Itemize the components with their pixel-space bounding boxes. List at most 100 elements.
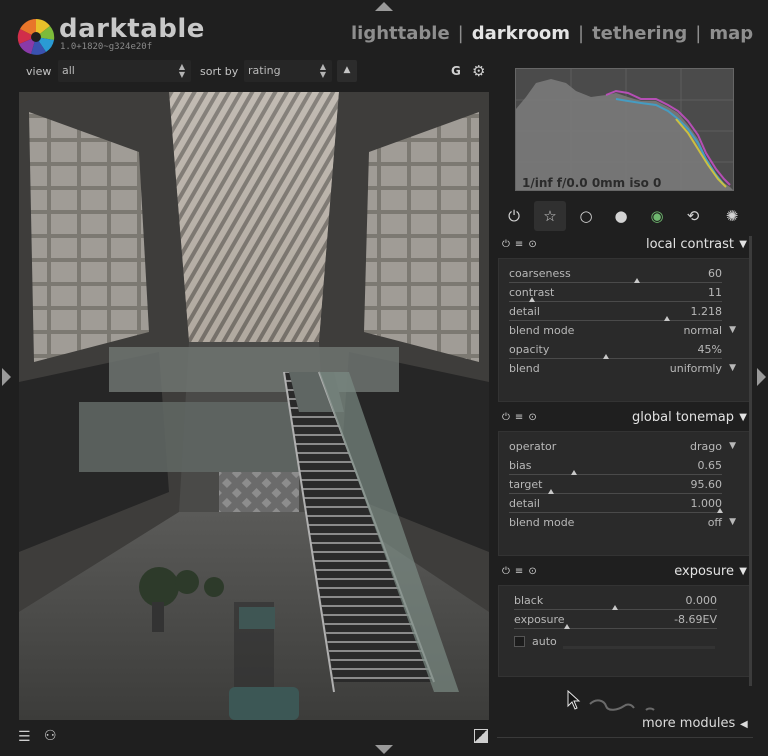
slider-handle[interactable] (634, 278, 640, 283)
slider-handle[interactable] (664, 316, 670, 321)
circle-icon[interactable]: ○ (570, 201, 602, 231)
presets-icon[interactable]: ≡ (515, 239, 528, 250)
sphere-icon[interactable]: ● (605, 201, 637, 231)
slider-black[interactable]: black 0.000 (514, 594, 717, 613)
combo-blend-mode[interactable]: blend mode normal ▼ (509, 324, 736, 343)
view-filter-combo[interactable]: all ▲ ▼ (58, 60, 191, 82)
view-lighttable[interactable]: lighttable (351, 23, 450, 44)
styles-icon[interactable]: ⚇ (44, 728, 57, 744)
slider-contrast[interactable]: contrast 11 (509, 286, 722, 305)
module-body-exposure: black 0.000 exposure -8.69EV (498, 585, 750, 677)
auto-slider-track (563, 646, 715, 649)
correct-icon[interactable]: ⟲ (677, 201, 709, 231)
bottom-panel-collapse-arrow[interactable] (375, 745, 393, 754)
module-header-exposure[interactable]: ⏻≡⊙ exposure ▼ (498, 563, 750, 583)
view-filter-label: view (26, 65, 52, 78)
slider-target[interactable]: target 95.60 (509, 478, 722, 497)
slider-handle[interactable] (603, 354, 609, 359)
param-label: target (509, 478, 543, 491)
left-panel-collapse-arrow[interactable] (2, 368, 11, 386)
param-value: 0.000 (685, 594, 718, 607)
view-tethering[interactable]: tethering (592, 23, 687, 44)
reset-icon[interactable]: ⊙ (528, 566, 541, 577)
slider-bias[interactable]: bias 0.65 (509, 459, 722, 478)
reset-icon[interactable]: ⊙ (528, 412, 541, 423)
module-header-local-contrast[interactable]: ⏻≡⊙ local contrast ▼ (498, 236, 750, 256)
slider-detail[interactable]: detail 1.000 (509, 497, 723, 516)
presets-icon[interactable]: ≡ (515, 566, 528, 577)
updown-arrows-icon: ▲ ▼ (178, 62, 185, 79)
view-map[interactable]: map (709, 23, 753, 44)
slider-handle[interactable] (571, 470, 577, 475)
param-value: drago (690, 440, 722, 453)
param-label: blend mode (509, 324, 575, 337)
module-title: global tonemap (632, 410, 734, 425)
sort-by-label: sort by (200, 65, 239, 78)
param-label: opacity (509, 343, 550, 356)
app-name: darktable (59, 14, 205, 44)
param-value: off (707, 516, 722, 529)
combo-blend-mode[interactable]: blend mode off ▼ (509, 516, 736, 535)
module-header-global-tonemap[interactable]: ⏻≡⊙ global tonemap ▼ (498, 409, 750, 429)
presets-icon[interactable]: ≡ (515, 412, 528, 423)
gear-icon[interactable]: ⚙ (472, 62, 485, 80)
slider-track (514, 628, 717, 629)
collapse-arrow-icon[interactable]: ▼ (739, 239, 747, 250)
slider-handle[interactable] (717, 508, 723, 513)
slider-handle[interactable] (564, 624, 570, 629)
param-value: 11 (708, 286, 722, 299)
histogram[interactable] (515, 68, 734, 191)
power-icon[interactable]: ⏻ (502, 239, 515, 250)
power-icon[interactable]: ⏻ (502, 412, 515, 423)
panel-divider (497, 737, 753, 738)
sort-order-button[interactable]: ▲ (337, 60, 357, 82)
right-panel-collapse-arrow[interactable] (757, 368, 766, 386)
param-value: 1.218 (690, 305, 723, 318)
slider-coarseness[interactable]: coarseness 60 (509, 267, 722, 286)
param-value: uniformly (669, 362, 722, 375)
slider-handle[interactable] (612, 605, 618, 610)
param-value: 45% (697, 343, 722, 356)
view-separator: | (578, 23, 585, 44)
power-icon[interactable]: ⏻ (498, 201, 530, 231)
module-header-icons: ⏻≡⊙ (502, 412, 542, 423)
param-value: 0.65 (697, 459, 723, 472)
slider-detail[interactable]: detail 1.218 (509, 305, 722, 324)
auto-label: auto (532, 635, 557, 648)
softproof-toggle-icon[interactable] (474, 729, 488, 743)
param-label: detail (509, 305, 540, 318)
module-header-icons: ⏻≡⊙ (502, 239, 542, 250)
color-icon[interactable]: ◉ (641, 201, 673, 231)
collapse-arrow-icon[interactable]: ▼ (739, 566, 747, 577)
combo-operator[interactable]: operator drago ▼ (509, 440, 736, 459)
star-icon[interactable]: ☆ (534, 201, 566, 231)
module-title: local contrast (645, 237, 734, 252)
auto-checkbox[interactable] (514, 636, 525, 647)
sort-by-combo[interactable]: rating ▲ ▼ (244, 60, 332, 82)
updown-arrows-icon: ▲ ▼ (319, 62, 326, 79)
combo-blend[interactable]: blend uniformly ▼ (509, 362, 736, 381)
more-modules-button[interactable]: more modules (642, 716, 735, 731)
view-filter-value: all (62, 64, 75, 77)
presets-menu-icon[interactable]: ☰ (18, 729, 31, 745)
slider-opacity[interactable]: opacity 45% (509, 343, 722, 362)
grouping-button[interactable]: G (451, 64, 461, 78)
slider-exposure[interactable]: exposure -8.69EV (514, 613, 717, 632)
reset-icon[interactable]: ⊙ (528, 239, 541, 250)
param-label: blend mode (509, 516, 575, 529)
slider-handle[interactable] (529, 297, 535, 302)
module-header-icons: ⏻≡⊙ (502, 566, 542, 577)
power-icon[interactable]: ⏻ (502, 566, 515, 577)
view-darkroom[interactable]: darkroom (472, 23, 570, 44)
expand-left-arrow-icon[interactable]: ◀ (740, 719, 748, 730)
darktable-logo-icon (17, 19, 55, 55)
main-image[interactable] (19, 92, 489, 720)
dropdown-arrow-icon: ▼ (729, 325, 736, 335)
right-panel-scrollbar[interactable] (749, 236, 752, 686)
top-panel-collapse-arrow[interactable] (375, 2, 393, 11)
slider-track (509, 358, 722, 359)
dropdown-arrow-icon: ▼ (729, 363, 736, 373)
collapse-arrow-icon[interactable]: ▼ (739, 412, 747, 423)
slider-handle[interactable] (548, 489, 554, 494)
effect-icon[interactable]: ✺ (716, 201, 748, 231)
